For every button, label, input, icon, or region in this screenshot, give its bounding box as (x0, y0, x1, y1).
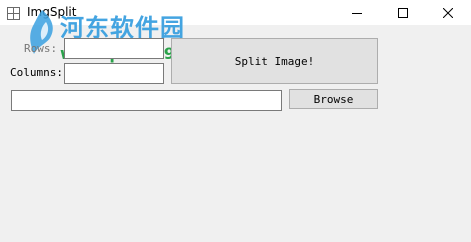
maximize-button[interactable] (380, 0, 426, 25)
split-image-button[interactable]: Split Image! (171, 38, 378, 84)
maximize-icon (398, 3, 408, 22)
minimize-button[interactable] (334, 0, 380, 25)
columns-label: Columns: (10, 66, 63, 79)
browse-button[interactable]: Browse (289, 89, 378, 109)
close-icon (442, 3, 454, 22)
app-window: ImgSplit 河东软件园 www.pc0359.cn (0, 0, 471, 242)
minimize-icon (352, 3, 362, 22)
rows-label: Rows: (24, 42, 58, 55)
rows-input[interactable] (64, 38, 164, 59)
columns-input[interactable] (64, 63, 164, 84)
close-button[interactable] (425, 0, 471, 25)
app-icon (7, 5, 20, 20)
file-path-input[interactable] (11, 90, 282, 111)
